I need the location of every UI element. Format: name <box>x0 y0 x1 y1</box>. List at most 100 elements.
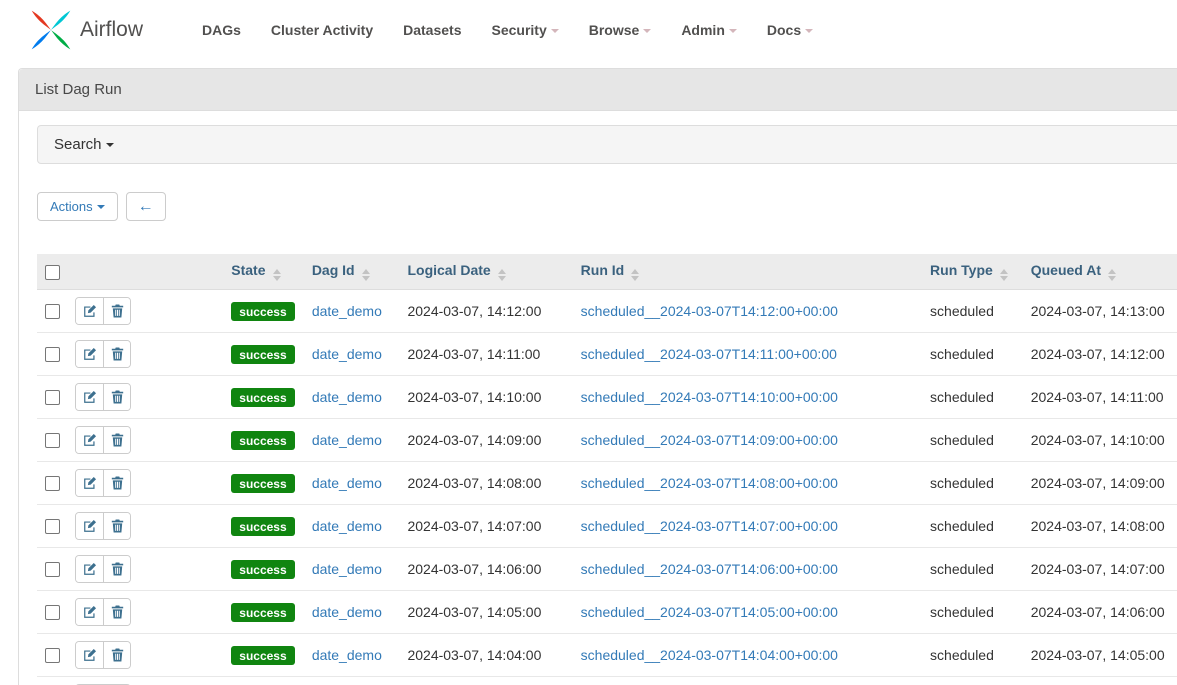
caret-down-icon <box>106 143 114 147</box>
dag-id-link[interactable]: date_demo <box>312 389 382 405</box>
row-actions <box>75 555 131 583</box>
state-badge: success <box>231 431 294 450</box>
row-checkbox[interactable] <box>45 433 60 448</box>
edit-row-button[interactable] <box>76 384 103 410</box>
row-checkbox[interactable] <box>45 562 60 577</box>
nav-item-docs[interactable]: Docs <box>752 22 828 38</box>
nav-item-admin[interactable]: Admin <box>666 22 752 38</box>
row-checkbox[interactable] <box>45 648 60 663</box>
state-badge: success <box>231 388 294 407</box>
run-id-link[interactable]: scheduled__2024-03-07T14:11:00+00:00 <box>581 346 837 362</box>
row-checkbox[interactable] <box>45 476 60 491</box>
delete-row-button[interactable] <box>103 298 130 324</box>
trash-icon <box>111 476 124 490</box>
edit-row-button[interactable] <box>76 470 103 496</box>
edit-row-button[interactable] <box>76 341 103 367</box>
nav-item-security[interactable]: Security <box>476 22 573 38</box>
actions-dropdown-button[interactable]: Actions <box>37 192 118 221</box>
dag-id-link[interactable]: date_demo <box>312 432 382 448</box>
trash-icon <box>111 605 124 619</box>
row-actions <box>75 383 131 411</box>
nav-item-dags[interactable]: DAGs <box>187 22 256 38</box>
logical-date-cell: 2024-03-07, 14:07:00 <box>399 505 572 548</box>
table-row: success date_demo 2024-03-07, 14:10:00 s… <box>37 376 1177 419</box>
dag-id-link[interactable]: date_demo <box>312 518 382 534</box>
page-title: List Dag Run <box>19 69 1177 111</box>
run-id-link[interactable]: scheduled__2024-03-07T14:07:00+00:00 <box>581 518 838 534</box>
delete-row-button[interactable] <box>103 513 130 539</box>
dag-id-link[interactable]: date_demo <box>312 475 382 491</box>
run-id-link[interactable]: scheduled__2024-03-07T14:10:00+00:00 <box>581 389 838 405</box>
column-header-run-id[interactable]: Run Id <box>573 254 922 290</box>
table-row: success date_demo 2024-03-07, 14:11:00 s… <box>37 333 1177 376</box>
nav-item-cluster-activity[interactable]: Cluster Activity <box>256 22 388 38</box>
queued-at-cell: 2024-03-07, 14:04:00 <box>1023 677 1177 685</box>
nav-item-label: Security <box>491 22 546 38</box>
table-row: success date_demo 2024-03-07, 14:03:00 s… <box>37 677 1177 685</box>
run-id-link[interactable]: scheduled__2024-03-07T14:09:00+00:00 <box>581 432 838 448</box>
queued-at-cell: 2024-03-07, 14:12:00 <box>1023 333 1177 376</box>
row-checkbox[interactable] <box>45 390 60 405</box>
delete-row-button[interactable] <box>103 599 130 625</box>
edit-row-button[interactable] <box>76 642 103 668</box>
edit-row-button[interactable] <box>76 556 103 582</box>
run-id-link[interactable]: scheduled__2024-03-07T14:12:00+00:00 <box>581 303 838 319</box>
row-checkbox[interactable] <box>45 347 60 362</box>
queued-at-cell: 2024-03-07, 14:06:00 <box>1023 591 1177 634</box>
delete-row-button[interactable] <box>103 341 130 367</box>
column-header-logical-date[interactable]: Logical Date <box>399 254 572 290</box>
column-label: Queued At <box>1031 262 1101 278</box>
edit-icon <box>83 476 97 490</box>
logical-date-cell: 2024-03-07, 14:03:00 <box>399 677 572 685</box>
queued-at-cell: 2024-03-07, 14:10:00 <box>1023 419 1177 462</box>
column-header-state[interactable]: State <box>223 254 304 290</box>
search-toggle[interactable]: Search <box>37 125 1177 164</box>
row-checkbox[interactable] <box>45 304 60 319</box>
delete-row-button[interactable] <box>103 642 130 668</box>
column-header-queued-at[interactable]: Queued At <box>1023 254 1177 290</box>
nav-item-datasets[interactable]: Datasets <box>388 22 476 38</box>
nav-item-browse[interactable]: Browse <box>574 22 667 38</box>
table-row: success date_demo 2024-03-07, 14:12:00 s… <box>37 290 1177 333</box>
dag-id-link[interactable]: date_demo <box>312 647 382 663</box>
state-badge: success <box>231 474 294 493</box>
queued-at-cell: 2024-03-07, 14:09:00 <box>1023 462 1177 505</box>
row-checkbox[interactable] <box>45 605 60 620</box>
run-id-link[interactable]: scheduled__2024-03-07T14:08:00+00:00 <box>581 475 838 491</box>
delete-row-button[interactable] <box>103 470 130 496</box>
edit-row-button[interactable] <box>76 298 103 324</box>
row-checkbox[interactable] <box>45 519 60 534</box>
run-id-link[interactable]: scheduled__2024-03-07T14:04:00+00:00 <box>581 647 838 663</box>
logical-date-cell: 2024-03-07, 14:08:00 <box>399 462 572 505</box>
run-id-link[interactable]: scheduled__2024-03-07T14:06:00+00:00 <box>581 561 838 577</box>
queued-at-cell: 2024-03-07, 14:13:00 <box>1023 290 1177 333</box>
column-header-run-type[interactable]: Run Type <box>922 254 1023 290</box>
column-label: Run Id <box>581 262 625 278</box>
delete-row-button[interactable] <box>103 556 130 582</box>
caret-down-icon <box>551 29 559 33</box>
dag-id-link[interactable]: date_demo <box>312 346 382 362</box>
column-header-dag-id[interactable]: Dag Id <box>304 254 400 290</box>
nav-item-label: Docs <box>767 22 801 38</box>
edit-icon <box>83 347 97 361</box>
airflow-brand[interactable]: Airflow <box>28 7 143 53</box>
delete-row-button[interactable] <box>103 427 130 453</box>
dag-id-link[interactable]: date_demo <box>312 604 382 620</box>
dag-id-link[interactable]: date_demo <box>312 303 382 319</box>
list-dag-run-panel: List Dag Run Search Actions ← State Dag … <box>18 68 1177 685</box>
brand-label: Airflow <box>80 18 143 42</box>
edit-row-button[interactable] <box>76 427 103 453</box>
logical-date-cell: 2024-03-07, 14:09:00 <box>399 419 572 462</box>
state-badge: success <box>231 603 294 622</box>
back-button[interactable]: ← <box>126 192 166 221</box>
edit-row-button[interactable] <box>76 513 103 539</box>
select-all-checkbox[interactable] <box>45 265 60 280</box>
delete-row-button[interactable] <box>103 384 130 410</box>
row-actions <box>75 512 131 540</box>
sort-icon <box>1108 269 1116 281</box>
dag-id-link[interactable]: date_demo <box>312 561 382 577</box>
state-badge: success <box>231 646 294 665</box>
run-id-link[interactable]: scheduled__2024-03-07T14:05:00+00:00 <box>581 604 838 620</box>
edit-row-button[interactable] <box>76 599 103 625</box>
state-badge: success <box>231 517 294 536</box>
